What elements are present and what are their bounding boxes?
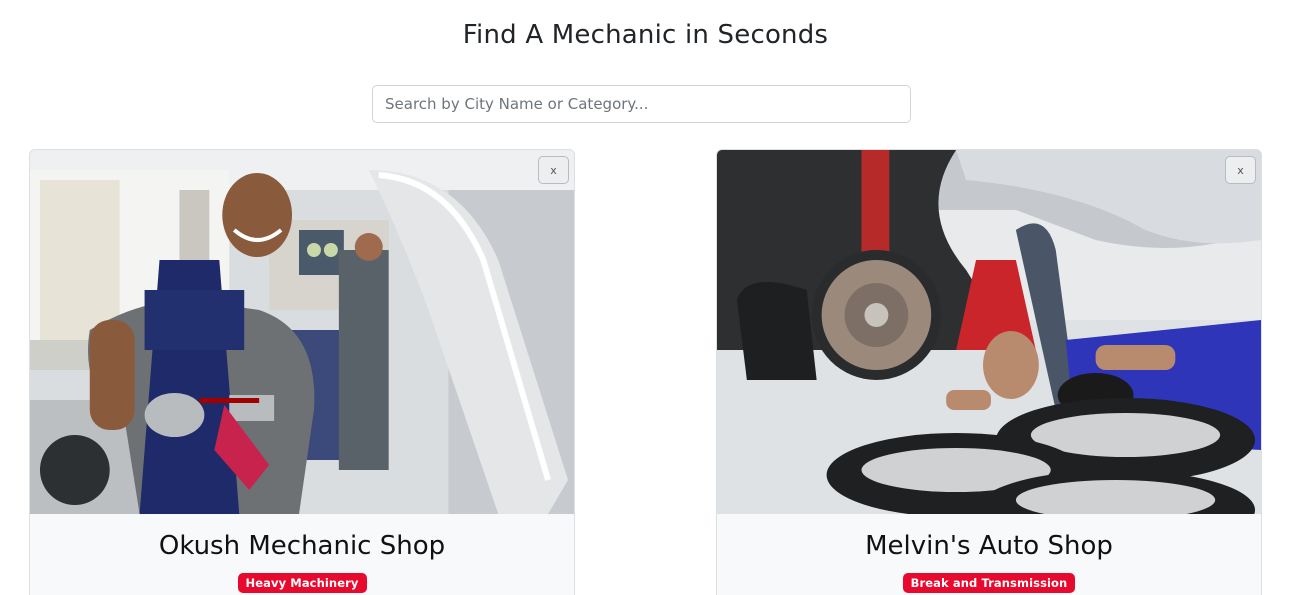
page: Find A Mechanic in Seconds Search by Cit… xyxy=(0,0,1303,595)
shop-name: Okush Mechanic Shop xyxy=(158,531,446,561)
mechanic-photo: x xyxy=(30,150,574,514)
shop-name: Melvin's Auto Shop xyxy=(865,531,1113,561)
category-badge: Heavy Machinery xyxy=(237,573,367,593)
mechanic-card-okush[interactable]: x Okush Mechanic Shop Heavy Machinery xyxy=(29,149,575,595)
mechanic-photo: x xyxy=(717,150,1261,514)
tire-photo-image xyxy=(717,150,1261,514)
page-title: Find A Mechanic in Seconds xyxy=(462,20,829,50)
card-body: Melvin's Auto Shop Break and Transmissio… xyxy=(717,514,1261,593)
mechanic-card-melvin[interactable]: x Melvin's Auto Shop Break and Transmiss… xyxy=(716,149,1262,595)
garage-photo-image xyxy=(30,150,574,514)
close-card-button[interactable]: x xyxy=(1225,156,1256,184)
search-input[interactable] xyxy=(372,85,911,123)
close-card-button[interactable]: x xyxy=(538,156,569,184)
category-badge: Break and Transmission xyxy=(902,573,1076,593)
card-body: Okush Mechanic Shop Heavy Machinery xyxy=(30,514,574,593)
